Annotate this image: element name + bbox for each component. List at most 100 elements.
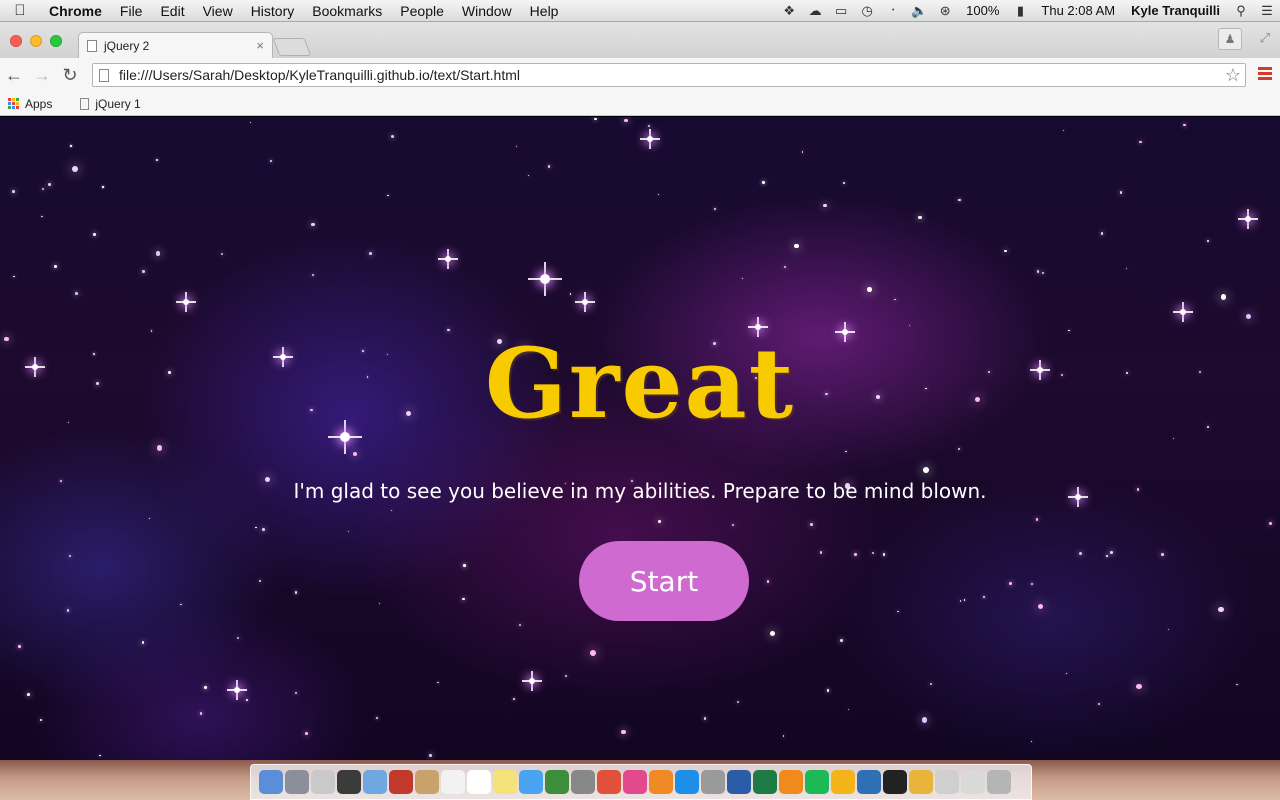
star bbox=[518, 623, 522, 627]
back-arrow-icon[interactable]: ← bbox=[0, 65, 28, 86]
terminal-icon[interactable] bbox=[337, 770, 361, 794]
profile-icon[interactable]: ♟ bbox=[1218, 28, 1242, 50]
tab-jquery-2[interactable]: jQuery 2 × bbox=[78, 32, 273, 58]
word-icon[interactable] bbox=[727, 770, 751, 794]
documents-icon[interactable] bbox=[961, 770, 985, 794]
trash-icon[interactable] bbox=[987, 770, 1011, 794]
preview-icon[interactable] bbox=[363, 770, 387, 794]
tab-close-icon[interactable]: × bbox=[256, 38, 264, 53]
fullscreen-icon[interactable]: ⤢ bbox=[1260, 30, 1270, 46]
bluetooth-icon[interactable]: ᛫ bbox=[880, 3, 906, 18]
github-icon[interactable] bbox=[883, 770, 907, 794]
star bbox=[647, 136, 653, 142]
chrome-icon[interactable] bbox=[909, 770, 933, 794]
facetime-icon[interactable] bbox=[545, 770, 569, 794]
itunes-icon[interactable] bbox=[623, 770, 647, 794]
airplay-icon[interactable]: ▭ bbox=[828, 3, 854, 19]
star bbox=[866, 287, 872, 293]
reload-icon[interactable]: ↻ bbox=[56, 65, 84, 86]
menu-app-name[interactable]: Chrome bbox=[40, 3, 111, 19]
acrobat-icon[interactable] bbox=[597, 770, 621, 794]
sparkle-star bbox=[640, 129, 660, 149]
messages-icon[interactable] bbox=[519, 770, 543, 794]
menu-history[interactable]: History bbox=[242, 3, 304, 19]
menu-edit[interactable]: Edit bbox=[151, 3, 193, 19]
star bbox=[958, 198, 961, 202]
dropbox-icon[interactable]: ❖ bbox=[776, 3, 802, 19]
star bbox=[569, 293, 572, 296]
star bbox=[959, 600, 962, 602]
time-machine-icon[interactable]: ◷ bbox=[854, 3, 880, 19]
menu-window[interactable]: Window bbox=[453, 3, 521, 19]
app-store-icon[interactable] bbox=[675, 770, 699, 794]
sparkle-star bbox=[1238, 209, 1258, 229]
star bbox=[963, 599, 966, 601]
finder-icon[interactable] bbox=[259, 770, 283, 794]
menu-bookmarks[interactable]: Bookmarks bbox=[303, 3, 391, 19]
preferences-icon[interactable] bbox=[701, 770, 725, 794]
star bbox=[1245, 313, 1251, 319]
star bbox=[1030, 740, 1032, 743]
star bbox=[1136, 683, 1142, 690]
star bbox=[897, 610, 899, 613]
battery-percent[interactable]: 100% bbox=[958, 3, 1007, 18]
star bbox=[180, 603, 182, 606]
star bbox=[513, 698, 515, 700]
help-icon[interactable] bbox=[311, 770, 335, 794]
photos-icon[interactable] bbox=[571, 770, 595, 794]
star bbox=[529, 678, 535, 684]
creative-cloud-icon[interactable]: ☁ bbox=[802, 3, 828, 19]
window-zoom-button[interactable] bbox=[50, 35, 62, 47]
chrome-menu-icon[interactable] bbox=[1258, 67, 1272, 82]
star bbox=[658, 193, 660, 195]
forward-arrow-icon[interactable]: → bbox=[28, 65, 56, 86]
star bbox=[445, 256, 451, 262]
dashboard-icon[interactable] bbox=[857, 770, 881, 794]
bookmark-jquery-1[interactable]: jQuery 1 bbox=[60, 97, 148, 111]
window-close-button[interactable] bbox=[10, 35, 22, 47]
star bbox=[582, 299, 588, 305]
menu-people[interactable]: People bbox=[391, 3, 453, 19]
ibooks-icon[interactable] bbox=[649, 770, 673, 794]
start-button[interactable]: Start bbox=[579, 541, 749, 621]
address-bar[interactable]: file:///Users/Sarah/Desktop/KyleTranquil… bbox=[92, 63, 1246, 87]
spotlight-search-icon[interactable]: ⚲ bbox=[1228, 3, 1254, 19]
menu-file[interactable]: File bbox=[111, 3, 152, 19]
launchpad-icon[interactable] bbox=[285, 770, 309, 794]
outlook-icon[interactable] bbox=[831, 770, 855, 794]
menu-user[interactable]: Kyle Tranquilli bbox=[1123, 3, 1228, 18]
battery-icon[interactable]: ▮ bbox=[1007, 3, 1033, 19]
window-minimize-button[interactable] bbox=[30, 35, 42, 47]
star bbox=[922, 717, 928, 723]
star bbox=[41, 215, 43, 218]
bookmark-apps-label: Apps bbox=[25, 96, 53, 111]
address-url[interactable]: file:///Users/Sarah/Desktop/KyleTranquil… bbox=[119, 67, 520, 83]
star bbox=[894, 298, 897, 301]
spotify-icon[interactable] bbox=[805, 770, 829, 794]
new-tab-button[interactable] bbox=[272, 38, 312, 56]
notes-icon[interactable] bbox=[493, 770, 517, 794]
notification-center-icon[interactable]: ☰ bbox=[1254, 3, 1280, 19]
star bbox=[1037, 270, 1040, 273]
contacts-icon[interactable] bbox=[415, 770, 439, 794]
textedit-icon[interactable] bbox=[467, 770, 491, 794]
menu-help[interactable]: Help bbox=[521, 3, 568, 19]
menu-view[interactable]: View bbox=[194, 3, 242, 19]
bookmark-apps[interactable]: Apps bbox=[0, 97, 60, 111]
wifi-icon[interactable]: ⊛ bbox=[932, 3, 958, 19]
vlc-icon[interactable] bbox=[779, 770, 803, 794]
downloads-icon[interactable] bbox=[935, 770, 959, 794]
calendar-icon[interactable] bbox=[441, 770, 465, 794]
apps-grid-icon bbox=[8, 98, 19, 109]
star bbox=[41, 187, 44, 190]
menu-clock[interactable]: Thu 2:08 AM bbox=[1033, 3, 1123, 18]
bookmark-star-icon[interactable]: ☆ bbox=[1224, 65, 1241, 86]
photo-booth-icon[interactable] bbox=[389, 770, 413, 794]
star bbox=[311, 222, 315, 227]
apple-menu-icon[interactable]:  bbox=[0, 2, 40, 19]
star bbox=[1125, 267, 1127, 269]
star bbox=[823, 203, 827, 208]
excel-icon[interactable] bbox=[753, 770, 777, 794]
star bbox=[826, 689, 829, 692]
volume-icon[interactable]: 🔈 bbox=[906, 3, 932, 19]
